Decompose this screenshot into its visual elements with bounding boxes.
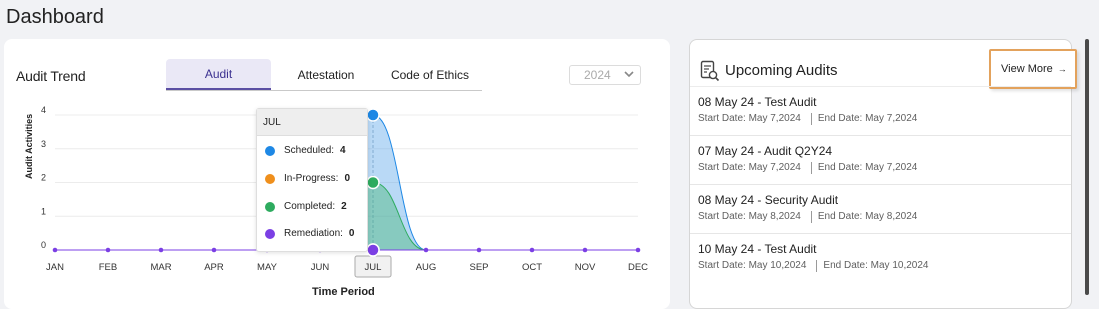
x-tick-label: JUL	[365, 262, 382, 273]
view-more-button[interactable]: View More →	[989, 49, 1077, 89]
page-title: Dashboard	[6, 6, 104, 28]
point-remediation	[476, 247, 482, 253]
tooltip-row-remediation: Remediation: 0	[265, 228, 354, 239]
audit-start-date: Start Date: May 8,2024	[698, 211, 801, 222]
point-remediation	[211, 247, 217, 253]
tooltip-row-in-progress: In-Progress: 0	[265, 173, 350, 184]
tooltip-value: 4	[340, 145, 346, 156]
in-progress-dot-icon	[265, 173, 275, 184]
divider	[816, 260, 818, 272]
remediation-dot-icon	[265, 228, 275, 239]
tooltip-row-scheduled: Scheduled: 4	[265, 145, 346, 156]
upcoming-audits-title: Upcoming Audits	[725, 62, 838, 79]
x-tick-label: MAY	[257, 262, 278, 273]
audit-end-date: End Date: May 7,2024	[817, 113, 918, 124]
point-remediation	[582, 247, 588, 253]
audit-dates: Start Date: May 10,2024 End Date: May 10…	[698, 260, 1071, 272]
x-tick-label: APR	[204, 262, 224, 273]
divider	[810, 113, 812, 125]
point-scheduled	[366, 108, 380, 122]
tooltip-value: 0	[344, 173, 351, 184]
tooltip-label: Remediation:	[284, 228, 343, 239]
list-item[interactable]: 07 May 24 - Audit Q2Y24 Start Date: May …	[690, 135, 1071, 184]
tooltip-label: In-Progress:	[284, 173, 339, 184]
y-tick-label: 2	[41, 173, 46, 183]
point-remediation	[529, 247, 535, 253]
y-tick-label: 1	[41, 206, 46, 216]
audit-dates: Start Date: May 7,2024 End Date: May 7,2…	[698, 113, 1071, 125]
view-more-label: View More	[1001, 63, 1053, 75]
point-remediation	[52, 247, 58, 253]
list-item[interactable]: 08 May 24 - Test Audit Start Date: May 7…	[690, 86, 1071, 135]
list-item[interactable]: 08 May 24 - Security Audit Start Date: M…	[690, 184, 1071, 233]
x-tick-label: DEC	[628, 262, 648, 273]
audit-dates: Start Date: May 7,2024 End Date: May 7,2…	[698, 162, 1071, 174]
audit-start-date: Start Date: May 10,2024	[698, 260, 807, 271]
divider	[810, 162, 812, 174]
audit-name: 07 May 24 - Audit Q2Y24	[698, 144, 833, 158]
tooltip-label: Completed:	[284, 201, 336, 212]
x-tick-label: NOV	[575, 262, 596, 273]
completed-dot-icon	[265, 201, 275, 212]
y-tick-label: 4	[41, 105, 46, 115]
divider	[810, 211, 812, 223]
audit-end-date: End Date: May 10,2024	[823, 260, 929, 271]
x-tick-label: JAN	[46, 262, 64, 273]
arrow-right-icon: →	[1057, 64, 1067, 74]
audit-document-icon	[700, 60, 720, 82]
scrollbar-thumb[interactable]	[1085, 39, 1089, 295]
x-tick-label: JUN	[311, 262, 330, 273]
list-item[interactable]: 10 May 24 - Test Audit Start Date: May 1…	[690, 233, 1071, 282]
point-remediation	[635, 247, 641, 253]
x-tick-label: SEP	[469, 262, 488, 273]
x-axis-title: Time Period	[312, 286, 375, 298]
chart-tooltip: JUL Scheduled: 4 In-Progress: 0 Complete…	[256, 108, 368, 252]
x-tick-label: MAR	[150, 262, 171, 273]
audit-name: 10 May 24 - Test Audit	[698, 242, 817, 256]
scheduled-dot-icon	[265, 145, 275, 156]
y-axis-title: Audit Activities	[24, 113, 34, 179]
tooltip-label: Scheduled:	[284, 145, 335, 156]
audit-end-date: End Date: May 8,2024	[817, 211, 918, 222]
point-remediation	[366, 243, 380, 257]
tooltip-value: 2	[341, 201, 347, 212]
x-tick-label: AUG	[416, 262, 437, 273]
x-tick-label: OCT	[522, 262, 542, 273]
point-remediation	[105, 247, 111, 253]
upcoming-audits-list: 08 May 24 - Test Audit Start Date: May 7…	[690, 86, 1071, 282]
y-tick-label: 3	[41, 139, 46, 149]
tooltip-row-completed: Completed: 2	[265, 201, 347, 212]
point-completed	[366, 175, 380, 190]
upcoming-audits-card: Upcoming Audits View More → 08 May 24 - …	[689, 39, 1077, 309]
audit-dates: Start Date: May 8,2024 End Date: May 8,2…	[698, 211, 1071, 223]
audit-name: 08 May 24 - Security Audit	[698, 193, 839, 207]
audit-start-date: Start Date: May 7,2024	[698, 162, 801, 173]
audit-start-date: Start Date: May 7,2024	[698, 113, 801, 124]
audit-name: 08 May 24 - Test Audit	[698, 95, 817, 109]
audit-trend-card: Audit Trend Audit Attestation Code of Et…	[4, 39, 670, 309]
tooltip-value: 0	[348, 228, 355, 239]
tooltip-month: JUL	[257, 109, 367, 136]
x-tick-label: FEB	[99, 262, 117, 273]
point-remediation	[423, 247, 429, 253]
audit-end-date: End Date: May 7,2024	[817, 162, 918, 173]
y-tick-label: 0	[41, 240, 46, 250]
point-remediation	[158, 247, 164, 253]
